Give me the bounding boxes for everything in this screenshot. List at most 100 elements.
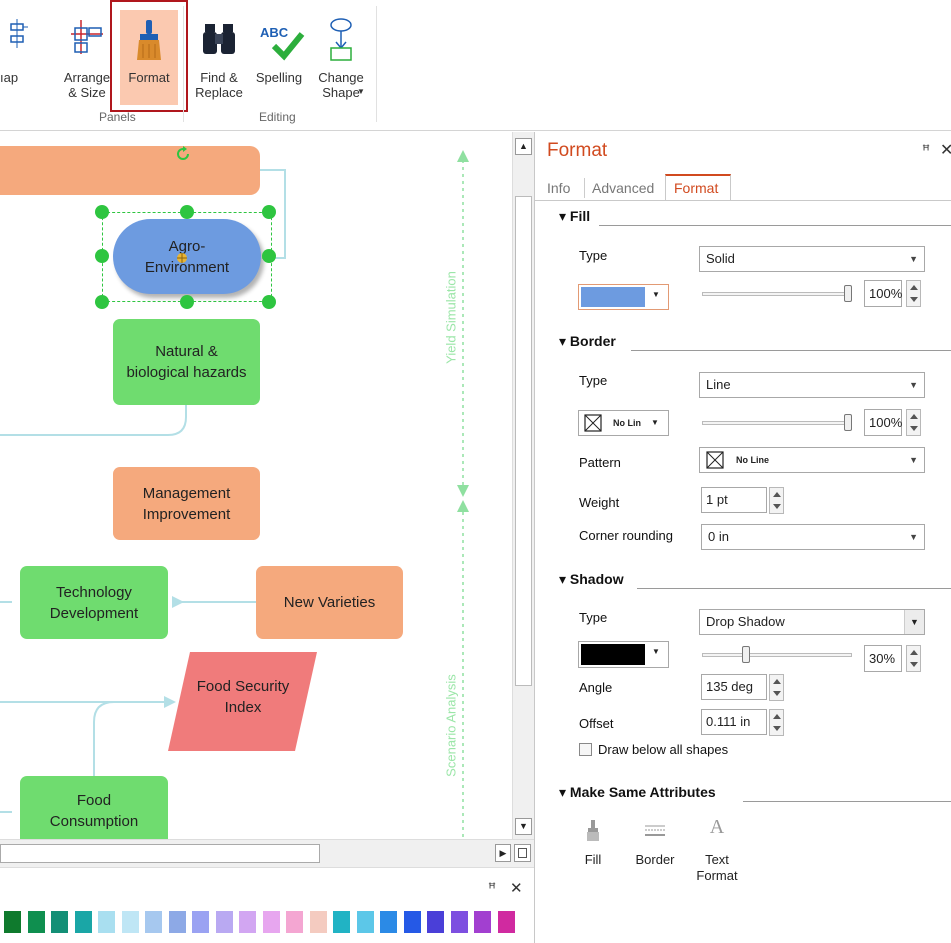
draw-below-checkbox[interactable] [579, 743, 592, 756]
tab-format[interactable]: Format [665, 174, 731, 201]
map-button[interactable]: ıap [0, 0, 44, 112]
format-button[interactable]: Format [110, 0, 188, 112]
vertical-scroll-thumb[interactable] [515, 196, 532, 686]
color-swatch[interactable] [145, 911, 162, 933]
color-swatch[interactable] [98, 911, 115, 933]
chevron-down-icon: ▼ [651, 418, 659, 427]
rotate-handle-icon[interactable] [175, 146, 191, 162]
scroll-right-icon[interactable]: ▶ [495, 844, 511, 862]
scroll-up-icon[interactable]: ▲ [515, 138, 532, 155]
fill-section-rule [599, 225, 951, 226]
weight-spinner[interactable] [769, 487, 784, 514]
fill-opacity-thumb[interactable] [844, 285, 852, 302]
border-type-dropdown[interactable]: Line ▼ [699, 372, 925, 398]
node-new-varieties[interactable]: New Varieties [256, 566, 403, 639]
color-swatch[interactable] [51, 911, 68, 933]
color-swatch[interactable] [356, 911, 374, 933]
pattern-dropdown[interactable]: No Line ▼ [699, 447, 925, 473]
node-technology-development[interactable]: Technology Development [20, 566, 168, 639]
fit-page-icon[interactable] [514, 844, 531, 862]
resize-handle-s[interactable] [180, 295, 194, 309]
angle-value: 135 deg [706, 679, 753, 694]
shadow-type-dropdown[interactable]: Drop Shadow ▼ [699, 609, 925, 635]
fill-color-picker[interactable]: ▼ [578, 284, 669, 310]
spelling-button[interactable]: ABC Spelling [250, 0, 308, 112]
panel-close-icon[interactable]: ✕ [940, 140, 951, 160]
make-same-section-header[interactable]: ▾ Make Same Attributes [559, 784, 716, 801]
color-swatch[interactable] [286, 911, 303, 933]
color-swatch[interactable] [309, 911, 327, 933]
scroll-down-icon[interactable]: ▼ [515, 818, 532, 835]
palette-pin-icon[interactable]: ꟸ [488, 880, 496, 897]
color-swatch[interactable] [74, 911, 92, 933]
node-natural-hazards[interactable]: Natural & biological hazards [113, 319, 260, 405]
color-swatch[interactable] [474, 911, 491, 933]
resize-handle-ne[interactable] [262, 205, 276, 219]
change-shape-button[interactable]: Change Shape ▼ [310, 0, 372, 112]
fill-type-dropdown[interactable]: Solid ▼ [699, 246, 925, 272]
resize-handle-n[interactable] [180, 205, 194, 219]
border-opacity-thumb[interactable] [844, 414, 852, 431]
top-node[interactable] [0, 146, 260, 195]
border-opacity-spinner[interactable] [906, 409, 921, 436]
diagram-canvas[interactable]: Agro- Environment Natural & biological h… [0, 132, 512, 839]
resize-handle-w[interactable] [95, 249, 109, 263]
fill-opacity-spinner[interactable] [906, 280, 921, 307]
find-replace-button[interactable]: Find & Replace [192, 0, 246, 112]
shadow-opacity-slider[interactable] [702, 653, 852, 657]
horizontal-scroll-thumb[interactable] [0, 844, 320, 863]
resize-handle-nw[interactable] [95, 205, 109, 219]
offset-spinner[interactable] [769, 709, 784, 736]
fill-section-header[interactable]: ▾ Fill [559, 208, 590, 225]
draw-below-label: Draw below all shapes [598, 742, 729, 757]
fill-opacity-slider[interactable] [702, 292, 852, 296]
shadow-opacity-value: 30% [869, 651, 896, 666]
color-swatch[interactable] [333, 911, 350, 933]
shadow-opacity-spinner[interactable] [906, 645, 921, 672]
color-swatch[interactable] [450, 911, 468, 933]
color-swatch[interactable] [121, 911, 139, 933]
make-same-text-format-button[interactable]: A Text Format [689, 816, 745, 890]
color-swatch[interactable] [262, 911, 280, 933]
shadow-opacity-thumb[interactable] [741, 646, 750, 663]
color-swatch[interactable] [497, 911, 515, 933]
tab-advanced[interactable]: Advanced [592, 180, 654, 196]
color-swatch[interactable] [215, 911, 233, 933]
resize-handle-sw[interactable] [95, 295, 109, 309]
make-same-fill-button[interactable]: Fill [575, 820, 611, 880]
make-same-border-button[interactable]: Border [629, 820, 681, 880]
border-opacity-slider[interactable] [702, 421, 852, 425]
arrange-size-button[interactable]: Arrange & Size [60, 0, 114, 112]
color-swatch[interactable] [27, 911, 45, 933]
resize-handle-e[interactable] [262, 249, 276, 263]
color-swatch[interactable] [427, 911, 444, 933]
border-section-header[interactable]: ▾ Border [559, 333, 616, 350]
fill-opacity-input[interactable]: 100% [864, 280, 902, 307]
resize-handle-se[interactable] [262, 295, 276, 309]
offset-input[interactable]: 0.111 in [701, 709, 767, 735]
border-opacity-input[interactable]: 100% [864, 409, 902, 436]
yield-lane: Yield Simulation [442, 254, 462, 384]
color-swatch[interactable] [380, 911, 397, 933]
spelling-label: Spelling [255, 70, 303, 85]
palette-close-icon[interactable]: ✕ [510, 879, 523, 897]
color-swatch[interactable] [192, 911, 209, 933]
vertical-scrollbar[interactable]: ▲ ▼ [512, 132, 534, 839]
tab-info[interactable]: Info [547, 180, 570, 196]
shadow-color-picker[interactable]: ▼ [578, 641, 669, 668]
node-management-improvement[interactable]: Management Improvement [113, 467, 260, 540]
angle-spinner[interactable] [769, 674, 784, 701]
horizontal-scrollbar[interactable]: ▶ [0, 839, 534, 867]
corner-rounding-dropdown[interactable]: 0 in ▼ [701, 524, 925, 550]
node-food-consumption[interactable]: Food Consumption [20, 776, 168, 839]
color-swatch[interactable] [403, 911, 421, 933]
shadow-opacity-input[interactable]: 30% [864, 645, 902, 672]
border-line-picker[interactable]: No Lin ▼ [578, 410, 669, 436]
panel-pin-icon[interactable]: ꟸ [922, 142, 930, 159]
color-swatch[interactable] [239, 911, 256, 933]
shadow-section-header[interactable]: ▾ Shadow [559, 571, 624, 588]
weight-input[interactable]: 1 pt [701, 487, 767, 513]
color-swatch[interactable] [168, 911, 186, 933]
color-swatch[interactable] [4, 911, 21, 933]
angle-input[interactable]: 135 deg [701, 674, 767, 700]
